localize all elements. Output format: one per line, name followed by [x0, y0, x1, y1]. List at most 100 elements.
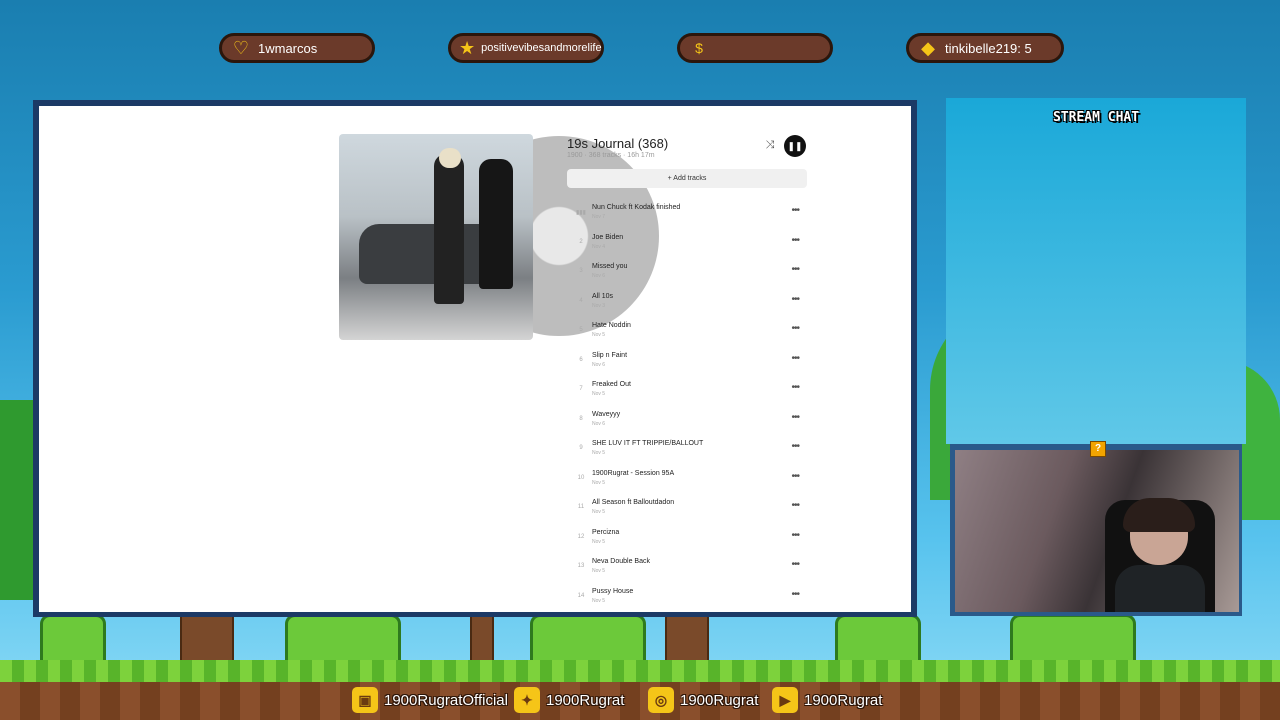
stream-chat-panel: STREAM CHAT — [946, 98, 1246, 444]
track-date: Nov 5 — [592, 479, 606, 486]
subscriber-pill: ★ positivevibesandmorelife — [448, 33, 604, 63]
more-options-icon[interactable]: ••• — [791, 235, 799, 246]
pause-button[interactable]: ❚❚ — [784, 135, 806, 157]
track-title: Joe Biden — [592, 233, 624, 241]
social-youtube: ▶ 1900Rugrat — [772, 686, 882, 714]
track-date: Nov 6 — [592, 273, 606, 279]
track-title: Missed you — [592, 263, 628, 270]
youtube-handle: 1900Rugrat — [804, 691, 883, 709]
gem-icon: ◆ — [921, 37, 935, 58]
track-number: 12 — [577, 533, 585, 540]
track-row[interactable]: 11 All Season ft Balloutdadon Nov 5 ••• — [567, 494, 807, 524]
tree-trunk — [180, 614, 234, 664]
track-number: 2 — [579, 238, 583, 245]
track-row[interactable]: 2 Joe Biden Nov 4 ••• — [567, 229, 807, 259]
more-options-icon[interactable]: ••• — [791, 205, 799, 216]
more-options-icon[interactable]: ••• — [791, 530, 799, 541]
shuffle-icon[interactable]: ⤨ — [763, 138, 777, 152]
track-title: Waveyyy — [592, 410, 621, 418]
track-row[interactable]: 9 SHE LUV IT FT TRIPPIE/BALLOUT Nov 5 ••• — [567, 435, 807, 465]
track-date: Nov 6 — [592, 361, 606, 368]
track-row[interactable]: 3 Missed you Nov 6 ••• — [567, 258, 807, 288]
twitter-icon: ✦ — [514, 687, 540, 713]
track-number: 5 — [579, 327, 583, 333]
more-options-icon[interactable]: ••• — [791, 441, 799, 452]
more-options-icon[interactable]: ••• — [791, 589, 799, 600]
track-number: 14 — [577, 592, 585, 599]
twitch-handle: 1900RugratOfficial — [384, 691, 508, 709]
social-twitter: ✦ 1900Rugrat — [514, 686, 624, 714]
track-date: Nov 6 — [592, 420, 606, 427]
more-options-icon[interactable]: ••• — [791, 323, 799, 334]
more-options-icon[interactable]: ••• — [791, 382, 799, 393]
track-number: 6 — [579, 356, 583, 363]
twitch-icon: ▣ — [352, 687, 378, 713]
track-date: Nov 5 — [592, 332, 606, 338]
ground-grass — [0, 660, 1280, 682]
more-options-icon[interactable]: ••• — [791, 353, 799, 364]
bush — [40, 614, 106, 664]
track-number: 11 — [577, 504, 585, 510]
track-row[interactable]: 10 1900Rugrat - Session 95A Nov 5 ••• — [567, 465, 807, 495]
track-row[interactable]: ▮▮▮ Nun Chuck ft Kodak finished Nov 7 ••• — [567, 199, 807, 229]
streamer-hair — [1123, 498, 1195, 532]
track-row[interactable]: 4 All 10s Nov 3 ••• — [567, 288, 807, 318]
playlist-title: 19s Journal (368) — [567, 136, 669, 151]
track-row[interactable]: 6 Slip n Faint Nov 6 ••• — [567, 347, 807, 377]
track-date: Nov 5 — [592, 450, 606, 456]
streamer-body — [1115, 565, 1205, 612]
track-title: Hate Noddin — [592, 322, 631, 329]
track-row[interactable]: 7 Freaked Out Nov 5 ••• — [567, 376, 807, 406]
more-options-icon[interactable]: ••• — [791, 500, 799, 511]
follower-pill: ♡ 1wmarcos — [219, 33, 375, 63]
track-title: Neva Double Back — [592, 558, 650, 565]
track-row[interactable]: 5 Hate Noddin Nov 5 ••• — [567, 317, 807, 347]
donation-pill: $ — [677, 33, 833, 63]
track-number: 8 — [579, 415, 583, 422]
track-row[interactable]: 13 Neva Double Back Nov 5 ••• — [567, 553, 807, 583]
track-title: Freaked Out — [592, 381, 631, 388]
heart-icon: ♡ — [232, 37, 250, 58]
track-title: Percizna — [592, 528, 620, 536]
track-row[interactable]: 12 Percizna Nov 5 ••• — [567, 524, 807, 554]
cover-person-head — [439, 148, 461, 168]
webcam-feed — [955, 450, 1239, 612]
tree-trunk — [470, 614, 494, 664]
track-date: Nov 5 — [592, 509, 606, 515]
track-date: Nov 4 — [592, 243, 606, 250]
more-options-icon[interactable]: ••• — [791, 264, 799, 275]
track-list: ▮▮▮ Nun Chuck ft Kodak finished Nov 7 ••• 2 J… — [567, 199, 807, 612]
bush — [835, 614, 921, 664]
add-tracks-button[interactable]: + Add tracks — [567, 169, 807, 188]
latest-bits: tinkibelle219: 5 — [945, 40, 1032, 56]
more-options-icon[interactable]: ••• — [791, 412, 799, 423]
more-options-icon[interactable]: ••• — [791, 294, 799, 305]
music-app-panel: 19s Journal (368) 1900 · 368 tracks · 16… — [39, 106, 911, 612]
latest-subscriber: positivevibesandmorelife — [481, 42, 602, 54]
bits-pill: ◆ tinkibelle219: 5 — [906, 33, 1064, 63]
instagram-handle: 1900Rugrat — [680, 691, 759, 709]
track-title: 1900Rugrat - Session 95A — [592, 469, 675, 477]
track-number: 4 — [579, 297, 583, 304]
twitter-handle: 1900Rugrat — [546, 691, 625, 709]
star-icon: ★ — [459, 37, 476, 58]
track-row[interactable]: 8 Waveyyy Nov 6 ••• — [567, 406, 807, 436]
track-number: 7 — [579, 386, 583, 392]
track-title: Nun Chuck ft Kodak finished — [592, 204, 681, 211]
track-date: Nov 7 — [592, 214, 606, 220]
track-title: SHE LUV IT FT TRIPPIE/BALLOUT — [592, 440, 704, 447]
track-date: Nov 5 — [592, 568, 606, 574]
track-row[interactable]: 14 Pussy House Nov 5 ••• — [567, 583, 807, 613]
track-title: All 10s — [592, 292, 614, 300]
bush — [285, 614, 401, 664]
track-date: Nov 5 — [592, 597, 606, 604]
latest-follower: 1wmarcos — [258, 40, 318, 56]
social-twitch: ▣ 1900RugratOfficial — [352, 686, 508, 714]
money-bag-icon: $ — [695, 40, 703, 56]
track-number: 9 — [579, 445, 583, 451]
more-options-icon[interactable]: ••• — [791, 471, 799, 482]
more-options-icon[interactable]: ••• — [791, 559, 799, 570]
instagram-icon: ◎ — [648, 687, 674, 713]
track-number: 3 — [579, 268, 583, 274]
playlist-cover-art — [339, 134, 533, 340]
